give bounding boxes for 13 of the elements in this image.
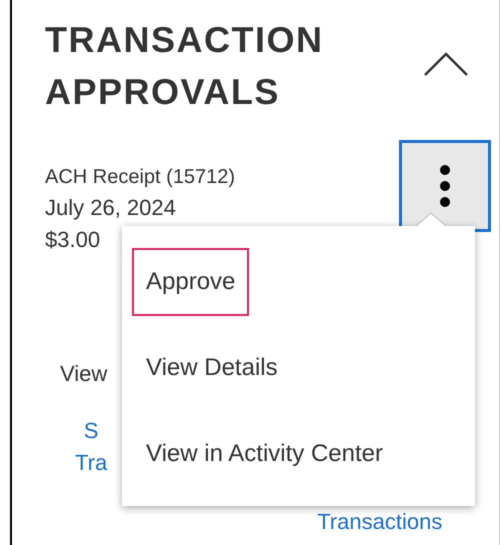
chevron-up-icon[interactable] (423, 52, 469, 76)
transaction-date: July 26, 2024 (45, 195, 177, 221)
menu-item[interactable]: Approve (132, 248, 250, 316)
transactions-link[interactable]: Transactions (317, 509, 442, 535)
view-label: View (60, 361, 108, 386)
menu-item[interactable]: View Details (132, 334, 292, 402)
panel-title: TRANSACTION APPROVALS (45, 18, 324, 114)
more-options-button[interactable] (399, 140, 491, 232)
menu-item[interactable]: View in Activity Center (132, 420, 397, 488)
transactions-link[interactable]: S Tra (75, 415, 108, 535)
transaction-name: ACH Receipt (15712) (45, 166, 236, 189)
transaction-amount: $3.00 (45, 227, 102, 253)
vertical-dots-icon (439, 164, 451, 208)
